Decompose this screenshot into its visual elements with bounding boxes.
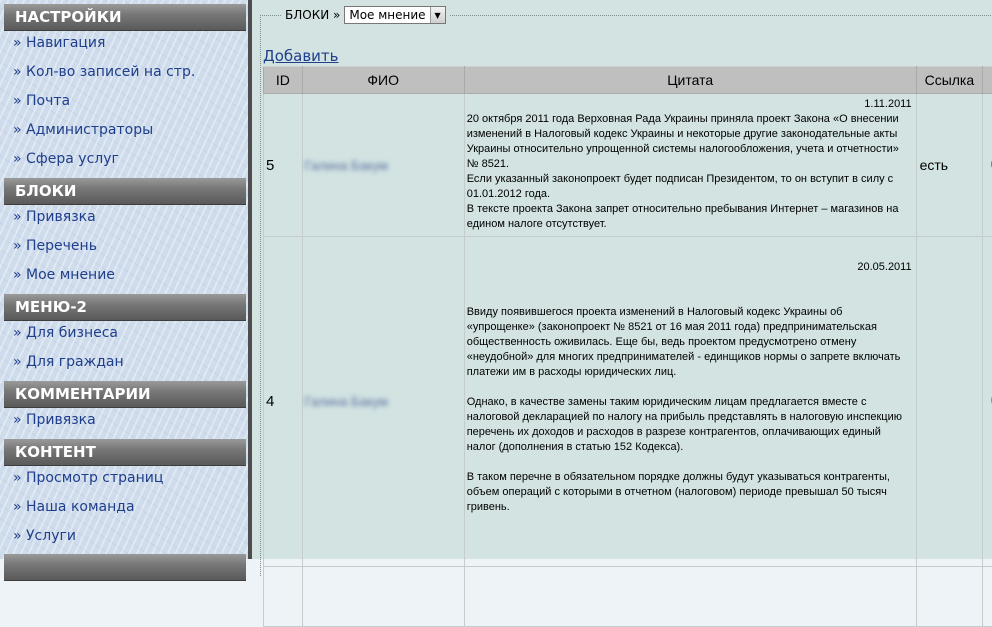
sidebar-item-my-opinion[interactable]: » Мое мнение	[13, 265, 115, 285]
fio-link[interactable]: Галина Бакум	[305, 394, 388, 409]
column-header-id: ID	[264, 67, 303, 94]
row-link	[916, 237, 983, 567]
section-header-menu2: МЕНЮ-2	[4, 294, 246, 321]
column-header-quote: Цитата	[464, 67, 916, 94]
row-fio	[302, 567, 464, 627]
row-quote: 20.05.2011 Ввиду появившегося проекта из…	[464, 237, 916, 567]
sidebar-item-page-views[interactable]: » Просмотр страниц	[13, 468, 163, 488]
row-id	[264, 567, 303, 627]
row-id: 5	[264, 94, 303, 237]
section-header-comments: КОММЕНТАРИИ	[4, 381, 246, 408]
quote-date: 20.05.2011	[467, 260, 912, 275]
sidebar-item-services[interactable]: » Услуги	[13, 526, 76, 546]
row-quote: 1.11.2011 20 октября 2011 года Верховная…	[464, 94, 916, 237]
sidebar-item-comments-binding[interactable]: » Привязка	[13, 410, 96, 430]
chevron-down-icon[interactable]: ▼	[430, 7, 445, 23]
table-row	[264, 567, 992, 627]
table-header-row: ID ФИО Цитата Ссылка	[264, 67, 992, 94]
block-selector: БЛОКИ » Мое мнение ▼	[282, 6, 449, 24]
sidebar-item-for-business[interactable]: » Для бизнеса	[13, 323, 118, 343]
sidebar-item-our-team[interactable]: » Наша команда	[13, 497, 135, 517]
sidebar-item-services-sphere[interactable]: » Сфера услуг	[13, 149, 119, 169]
column-header-link: Ссылка	[916, 67, 983, 94]
sidebar-item-binding[interactable]: » Привязка	[13, 207, 96, 227]
row-status	[983, 94, 992, 237]
block-select[interactable]: Мое мнение ▼	[344, 6, 445, 24]
table-row: 4 Галина Бакум 20.05.2011 Ввиду появивше…	[264, 237, 992, 567]
row-link	[916, 567, 983, 627]
quote-text: 20 октября 2011 года Верховная Рада Укра…	[467, 112, 912, 232]
sidebar: НАСТРОЙКИ » Навигация » Кол-во записей н…	[0, 0, 248, 559]
section-header-settings: НАСТРОЙКИ	[4, 4, 246, 31]
sidebar-item-for-citizens[interactable]: » Для граждан	[13, 352, 124, 372]
blocks-label: БЛОКИ »	[285, 8, 340, 22]
row-id: 4	[264, 237, 303, 567]
column-header-status	[983, 67, 992, 94]
section-header-blocks: БЛОКИ	[4, 178, 246, 205]
quotes-table: ID ФИО Цитата Ссылка 5 Галина Бакум 1.11…	[263, 66, 992, 627]
main-content: БЛОКИ » Мое мнение ▼ Добавить ID ФИО Цит…	[252, 0, 992, 559]
quote-text: Ввиду появившегося проекта изменений в Н…	[467, 275, 912, 515]
column-header-fio: ФИО	[302, 67, 464, 94]
row-quote	[464, 567, 916, 627]
row-status	[983, 567, 992, 627]
section-header-next	[4, 554, 246, 581]
section-header-content: КОНТЕНТ	[4, 439, 246, 466]
block-select-value: Мое мнение	[345, 7, 429, 23]
sidebar-item-navigation[interactable]: » Навигация	[13, 33, 105, 53]
sidebar-item-records-per-page[interactable]: » Кол-во записей на стр.	[13, 62, 195, 82]
row-link: есть	[916, 94, 983, 237]
sidebar-item-list[interactable]: » Перечень	[13, 236, 97, 256]
table-row: 5 Галина Бакум 1.11.2011 20 октября 2011…	[264, 94, 992, 237]
add-link[interactable]: Добавить	[263, 47, 339, 65]
row-fio: Галина Бакум	[302, 94, 464, 237]
sidebar-item-administrators[interactable]: » Администраторы	[13, 120, 153, 140]
quote-date: 1.11.2011	[467, 97, 912, 112]
row-fio: Галина Бакум	[302, 237, 464, 567]
sidebar-item-mail[interactable]: » Почта	[13, 91, 70, 111]
fio-link[interactable]: Галина Бакум	[305, 158, 388, 173]
row-status	[983, 237, 992, 567]
